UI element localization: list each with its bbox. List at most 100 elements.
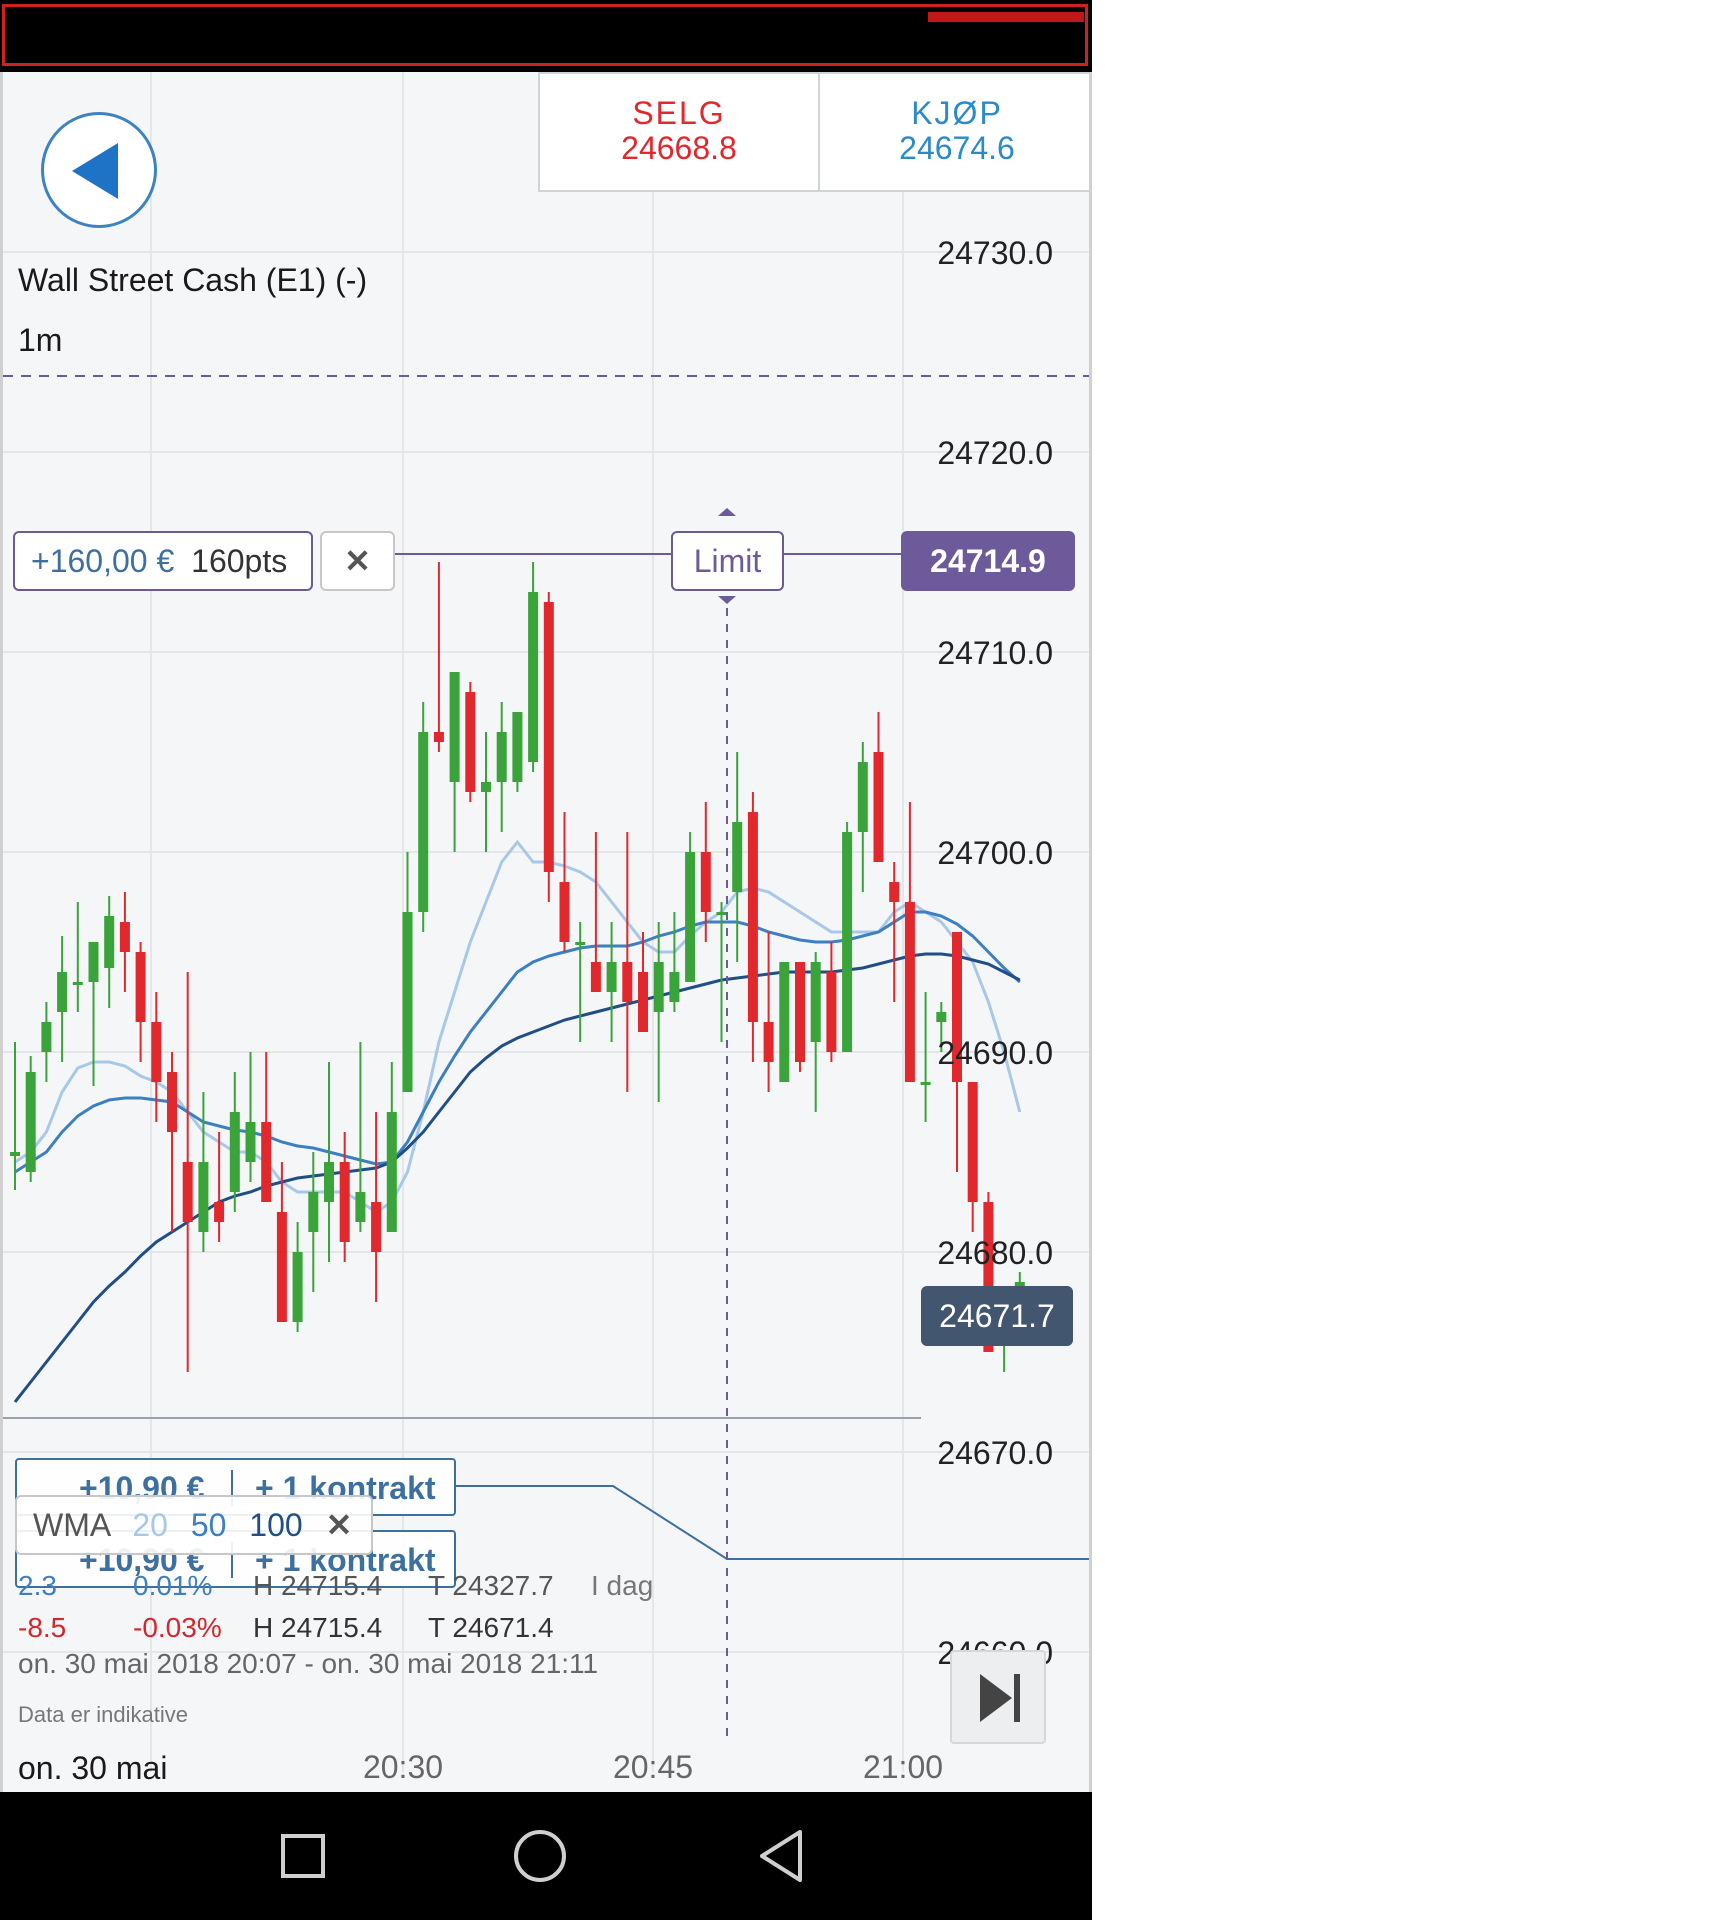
stat-pct: -0.03% [133, 1612, 222, 1643]
candle-body [575, 942, 586, 945]
time-axis-tick: 21:00 [863, 1749, 943, 1785]
chart-panel[interactable]: 24730.0 24720.0 24710.0 24700.0 24690.0 24680… [0, 72, 1092, 1812]
candle-body [763, 1022, 774, 1062]
status-bar [0, 0, 1092, 72]
candle-body [324, 1162, 334, 1202]
candle-body [512, 712, 523, 782]
current-price: 24671.7 [939, 1298, 1055, 1334]
android-nav-bar [0, 1792, 1092, 1920]
candle-body [276, 1212, 287, 1322]
limit-label-tag[interactable]: Limit [671, 531, 784, 591]
timeframe-label[interactable]: 1m [18, 322, 62, 359]
candle-body [622, 962, 633, 1002]
wma-100-line [13, 952, 1021, 1403]
stat-pct: 0.01% [133, 1570, 213, 1601]
recent-apps-icon [281, 1834, 325, 1878]
wma-20-line [14, 839, 1022, 1214]
candle-body [889, 882, 900, 902]
stat-low: T 24671.4 [428, 1612, 554, 1643]
limit-close-button[interactable]: ✕ [320, 531, 395, 591]
candle-body [182, 1162, 193, 1222]
stat-high: H 24715.4 [253, 1570, 383, 1601]
candle-body [104, 916, 115, 968]
candle-body [481, 782, 491, 792]
candle-body [198, 1162, 209, 1232]
candle-body [119, 922, 130, 952]
candle-body [245, 1122, 256, 1162]
candle-body [465, 692, 476, 792]
stat-period[interactable]: I dag [591, 1570, 653, 1602]
price-axis-tick: 24670.0 [937, 1435, 1053, 1471]
limit-profit-pill[interactable]: +160,00 € 160pts [13, 531, 313, 591]
candle-body [402, 912, 413, 1092]
candle-body [292, 1252, 303, 1322]
sell-button[interactable]: SELG 24668.8 [538, 72, 820, 192]
price-axis-tick: 24690.0 [937, 1035, 1053, 1071]
candle-body [528, 592, 539, 762]
candle-body [135, 952, 146, 1022]
candle-body [873, 752, 884, 862]
candle-body [25, 1072, 36, 1172]
buy-button[interactable]: KJØP 24674.6 [818, 72, 1089, 192]
candle-body [433, 732, 444, 742]
back-button[interactable] [41, 112, 157, 228]
date-label: on. 30 mai [18, 1750, 168, 1786]
limit-down-arrow [718, 596, 736, 604]
wma-50-line [14, 910, 1021, 1174]
candle-body [355, 1192, 366, 1222]
candle-body [371, 1202, 382, 1252]
candle-body [967, 1082, 978, 1202]
disclaimer: Data er indikative [18, 1702, 188, 1727]
limit-points: 160pts [191, 543, 288, 579]
stat-low: T 24327.7 [428, 1570, 554, 1601]
candle-body [339, 1162, 350, 1242]
skip-forward-bar [1014, 1674, 1020, 1722]
home-icon [514, 1830, 566, 1882]
candle-body [779, 962, 790, 1082]
limit-price-tag[interactable]: 24714.9 [901, 531, 1075, 591]
candle-body [386, 1112, 397, 1232]
candle-body [920, 1082, 931, 1085]
sell-label: SELG [632, 95, 726, 131]
candle-body [904, 902, 915, 1082]
redacted-marker [928, 12, 1084, 22]
close-icon: ✕ [344, 543, 371, 579]
indicator-chip[interactable]: WMA 20 50 100 ✕ [15, 1495, 373, 1555]
candle-body [842, 832, 853, 1052]
indicator-close-icon[interactable]: ✕ [326, 1507, 353, 1543]
candle-body [606, 962, 617, 992]
candle-body [716, 912, 727, 915]
candle-body [167, 1072, 177, 1132]
candle-body [214, 1202, 225, 1222]
price-axis-tick: 24680.0 [937, 1235, 1053, 1271]
price-axis-tick: 24730.0 [937, 235, 1053, 271]
candle-body [496, 732, 507, 782]
candle-body [669, 972, 680, 1002]
candle-body [72, 982, 83, 985]
candle-body [700, 852, 711, 912]
skip-forward-icon [980, 1674, 1012, 1722]
candle-body [559, 882, 570, 942]
price-axis-tick: 24720.0 [937, 435, 1053, 471]
limit-profit: +160,00 € [31, 543, 175, 579]
indicator-period-100: 100 [249, 1507, 303, 1543]
stat-high: H 24715.4 [253, 1612, 383, 1643]
instrument-title: Wall Street Cash (E1) (-) [18, 262, 368, 298]
redacted-region [2, 4, 1088, 66]
candle-body [590, 962, 601, 992]
limit-price: 24714.9 [930, 543, 1046, 579]
price-axis-tick: 24700.0 [937, 835, 1053, 871]
back-nav-icon [760, 1830, 802, 1882]
skip-to-latest-button[interactable] [950, 1650, 1046, 1744]
time-axis-tick: 20:45 [613, 1749, 693, 1785]
candle-body [685, 852, 696, 982]
current-price-tag: 24671.7 [921, 1286, 1073, 1346]
candle-body [308, 1192, 319, 1232]
candle-body [638, 972, 648, 1032]
candle-body [936, 1012, 947, 1022]
price-axis-tick: 24710.0 [937, 635, 1053, 671]
candle-body [57, 972, 68, 1012]
nav-icons [281, 1830, 802, 1882]
candle-body [229, 1112, 240, 1192]
buy-label: KJØP [911, 95, 1003, 131]
